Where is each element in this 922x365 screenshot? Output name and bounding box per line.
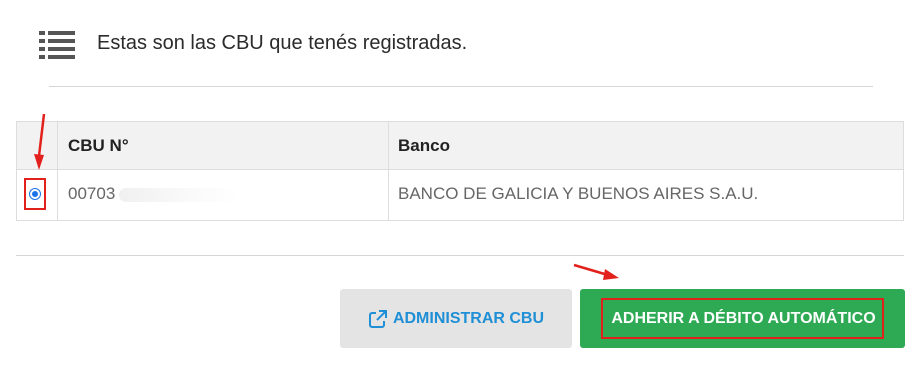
column-header-cbu: CBU N° bbox=[68, 136, 129, 155]
page-title: Estas son las CBU que tenés registradas. bbox=[97, 32, 468, 54]
external-link-icon bbox=[368, 309, 387, 328]
divider bbox=[49, 86, 873, 87]
table-header-row: CBU N° Banco bbox=[17, 122, 903, 170]
bank-name-cell: BANCO DE GALICIA Y BUENOS AIRES S.A.U. bbox=[398, 184, 759, 203]
column-header-banco: Banco bbox=[398, 136, 450, 155]
cbu-number-cell: 00703 bbox=[68, 184, 240, 204]
divider bbox=[16, 255, 904, 256]
column-divider bbox=[388, 122, 389, 169]
cbu-table: CBU N° Banco 00703 BANCO DE GALICIA Y BU… bbox=[16, 121, 904, 221]
administrar-cbu-label: ADMINISTRAR CBU bbox=[392, 309, 545, 327]
administrar-cbu-button[interactable]: ADMINISTRAR CBU bbox=[340, 289, 572, 348]
list-icon bbox=[39, 31, 75, 59]
cbu-selection-panel: Estas son las CBU que tenés registradas.… bbox=[0, 0, 922, 365]
adherir-debito-button[interactable]: ADHERIR A DÉBITO AUTOMÁTICO bbox=[580, 289, 905, 348]
annotation-arrow-icon bbox=[34, 113, 46, 170]
radio-highlight bbox=[24, 178, 46, 210]
table-row[interactable]: 00703 BANCO DE GALICIA Y BUENOS AIRES S.… bbox=[17, 170, 903, 220]
column-divider bbox=[388, 170, 389, 220]
annotation-arrow-icon bbox=[573, 263, 619, 280]
column-divider bbox=[57, 170, 58, 220]
cbu-radio-button[interactable] bbox=[29, 188, 41, 200]
adherir-debito-label: ADHERIR A DÉBITO AUTOMÁTICO bbox=[601, 298, 884, 339]
redacted-mask bbox=[119, 187, 240, 202]
cbu-number: 00703 bbox=[68, 184, 116, 203]
column-divider bbox=[57, 122, 58, 169]
